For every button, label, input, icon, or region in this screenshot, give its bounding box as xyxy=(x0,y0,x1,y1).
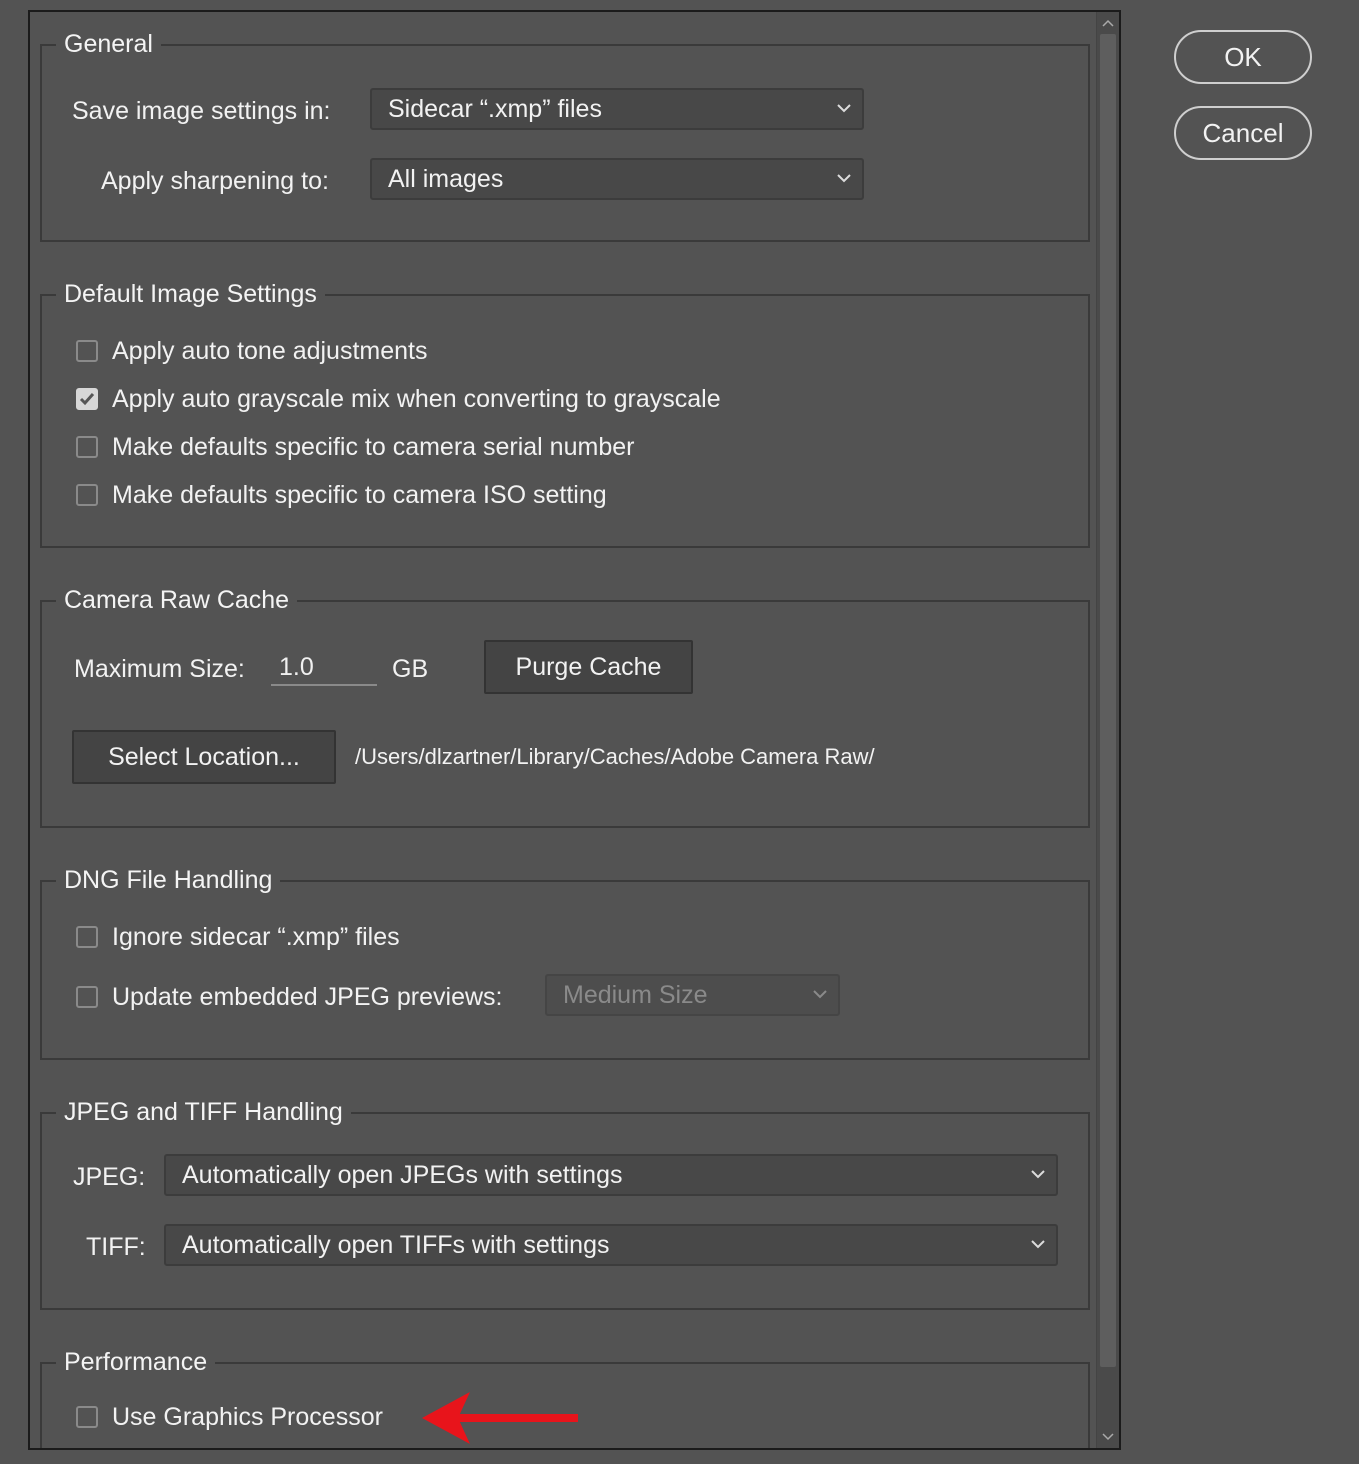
cancel-button[interactable]: Cancel xyxy=(1174,106,1312,160)
group-title-cache: Camera Raw Cache xyxy=(56,585,298,615)
serial-number-checkbox[interactable] xyxy=(76,436,98,458)
group-title-performance: Performance xyxy=(56,1347,216,1377)
tiff-handling-value: Automatically open TIFFs with settings xyxy=(182,1231,610,1259)
auto-tone-label: Apply auto tone adjustments xyxy=(112,337,428,365)
chevron-down-icon xyxy=(1031,1240,1045,1249)
scroll-thumb[interactable] xyxy=(1100,34,1116,1367)
chevron-down-icon xyxy=(837,174,851,183)
cache-path: /Users/dlzartner/Library/Caches/Adobe Ca… xyxy=(355,744,875,769)
iso-setting-checkbox[interactable] xyxy=(76,484,98,506)
size-unit-label: GB xyxy=(392,655,429,683)
group-default-image-settings: Default Image Settings Apply auto tone a… xyxy=(40,279,1090,548)
iso-setting-label: Make defaults specific to camera ISO set… xyxy=(112,481,607,509)
group-dng-file-handling: DNG File Handling Ignore sidecar “.xmp” … xyxy=(40,865,1090,1060)
preview-size-select[interactable]: Medium Size xyxy=(545,974,840,1016)
auto-grayscale-label: Apply auto grayscale mix when converting… xyxy=(112,385,721,413)
sharpening-label: Apply sharpening to: xyxy=(101,167,329,195)
max-size-input[interactable]: 1.0 xyxy=(271,650,377,686)
use-gpu-checkbox[interactable] xyxy=(76,1406,98,1428)
vertical-scrollbar[interactable] xyxy=(1096,12,1119,1448)
use-gpu-label: Use Graphics Processor xyxy=(112,1403,383,1431)
sharpening-value: All images xyxy=(388,165,504,193)
chevron-down-icon xyxy=(813,990,827,999)
scroll-up-icon[interactable] xyxy=(1097,14,1119,32)
auto-tone-checkbox[interactable] xyxy=(76,340,98,362)
jpeg-handling-value: Automatically open JPEGs with settings xyxy=(182,1161,623,1189)
group-title-general: General xyxy=(56,29,161,59)
checkmark-icon xyxy=(79,393,95,406)
serial-number-label: Make defaults specific to camera serial … xyxy=(112,433,635,461)
group-title-dng: DNG File Handling xyxy=(56,865,281,895)
update-previews-label: Update embedded JPEG previews: xyxy=(112,983,503,1011)
auto-grayscale-checkbox[interactable] xyxy=(76,388,98,410)
ok-button[interactable]: OK xyxy=(1174,30,1312,84)
purge-cache-button[interactable]: Purge Cache xyxy=(484,640,693,694)
group-jpeg-tiff-handling: JPEG and TIFF Handling JPEG: Automatical… xyxy=(40,1097,1090,1310)
chevron-down-icon xyxy=(837,104,851,113)
ignore-sidecar-checkbox[interactable] xyxy=(76,926,98,948)
max-size-label: Maximum Size: xyxy=(74,655,245,683)
select-location-button[interactable]: Select Location... xyxy=(72,730,336,784)
update-previews-checkbox[interactable] xyxy=(76,986,98,1008)
jpeg-handling-select[interactable]: Automatically open JPEGs with settings xyxy=(164,1154,1058,1196)
tiff-label: TIFF: xyxy=(86,1233,146,1261)
save-settings-label: Save image settings in: xyxy=(72,97,331,125)
scroll-down-icon[interactable] xyxy=(1097,1428,1119,1446)
preferences-panel: General Save image settings in: Sidecar … xyxy=(28,10,1121,1450)
red-arrow-icon xyxy=(422,1392,578,1444)
group-camera-raw-cache: Camera Raw Cache Maximum Size: 1.0 GB Pu… xyxy=(40,585,1090,828)
group-title-default-image: Default Image Settings xyxy=(56,279,325,309)
tiff-handling-select[interactable]: Automatically open TIFFs with settings xyxy=(164,1224,1058,1266)
jpeg-label: JPEG: xyxy=(73,1163,146,1191)
ignore-sidecar-label: Ignore sidecar “.xmp” files xyxy=(112,923,400,951)
sharpening-select[interactable]: All images xyxy=(370,158,864,200)
chevron-down-icon xyxy=(1031,1170,1045,1179)
preview-size-value: Medium Size xyxy=(563,981,708,1009)
group-title-jpeg-tiff: JPEG and TIFF Handling xyxy=(56,1097,351,1127)
save-settings-select[interactable]: Sidecar “.xmp” files xyxy=(370,88,864,130)
group-general: General Save image settings in: Sidecar … xyxy=(40,29,1090,242)
save-settings-value: Sidecar “.xmp” files xyxy=(388,95,602,123)
